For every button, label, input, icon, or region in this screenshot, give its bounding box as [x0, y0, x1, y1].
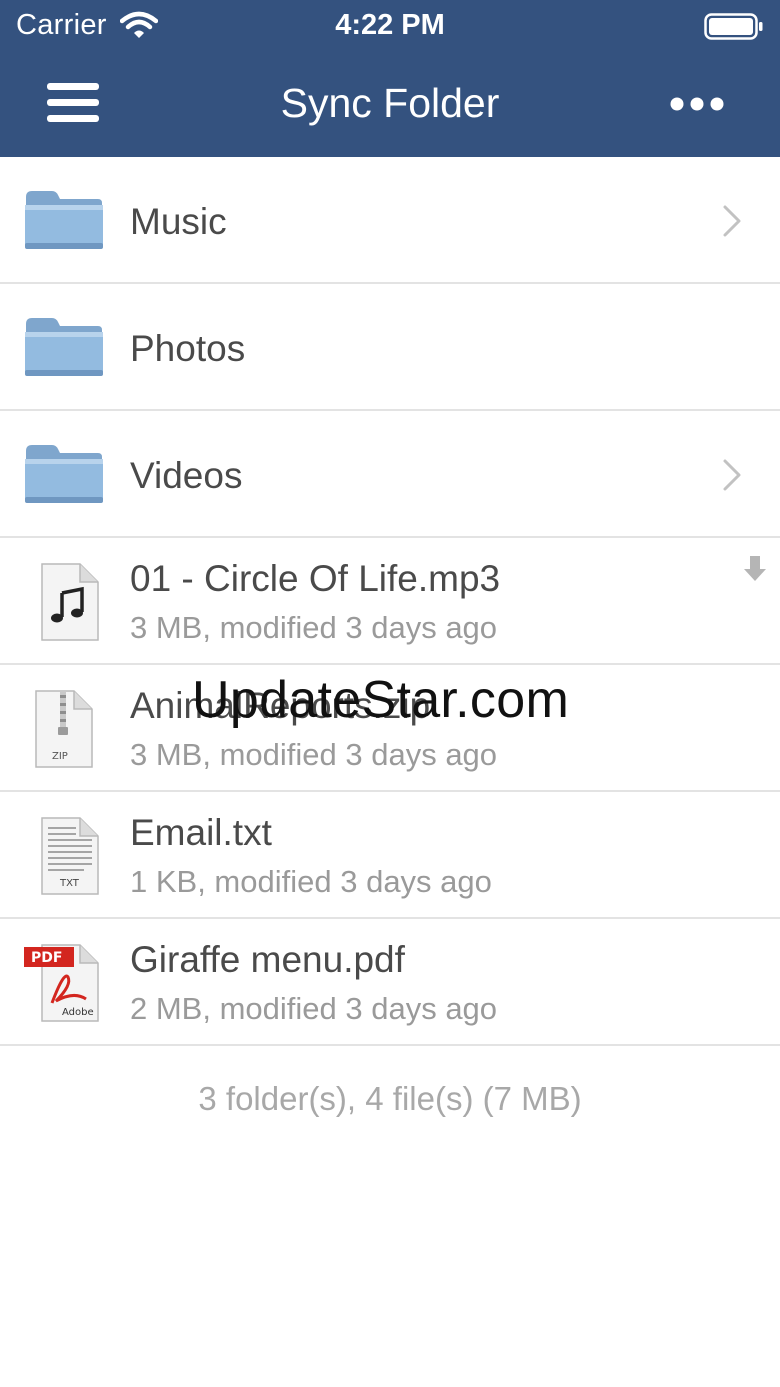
chevron-right-icon	[723, 205, 741, 237]
chevron-right-icon	[723, 459, 741, 491]
clock: 4:22 PM	[335, 9, 445, 41]
status-bar: Carrier 4:22 PM	[0, 0, 780, 52]
folder-row-videos[interactable]: Videos	[0, 411, 780, 538]
folder-name: Music	[130, 201, 227, 242]
file-row-pdf[interactable]: PDF Adobe Giraffe menu.pdf 2 MB, modifie…	[0, 919, 780, 1046]
page-title: Sync Folder	[280, 80, 500, 126]
folder-summary: 3 folder(s), 4 file(s) (7 MB)	[198, 1080, 582, 1117]
folder-icon	[25, 445, 103, 503]
svg-text:Adobe: Adobe	[62, 1007, 94, 1018]
folder-row-music[interactable]: Music	[0, 157, 780, 284]
hamburger-menu-button[interactable]	[44, 80, 102, 126]
svg-text:TXT: TXT	[59, 878, 80, 889]
file-row-zip[interactable]: ZIP AnimalReports.zip 3 MB, modified 3 d…	[0, 665, 780, 792]
svg-text:PDF: PDF	[31, 950, 62, 966]
file-meta: 1 KB, modified 3 days ago	[130, 864, 492, 899]
folder-icon	[25, 191, 103, 249]
folder-icon	[25, 318, 103, 376]
txt-file-icon: TXT	[41, 817, 99, 895]
file-name: AnimalReports.zip	[130, 685, 431, 726]
svg-text:ZIP: ZIP	[52, 751, 68, 762]
navigation-bar: Carrier 4:22 PM Sync Folder	[0, 0, 780, 157]
file-meta: 2 MB, modified 3 days ago	[130, 991, 498, 1026]
file-name: Email.txt	[130, 812, 272, 853]
download-arrow-icon	[744, 556, 766, 581]
folder-name: Videos	[130, 455, 243, 496]
file-meta: 3 MB, modified 3 days ago	[130, 610, 498, 645]
file-row-txt[interactable]: TXT Email.txt 1 KB, modified 3 days ago	[0, 792, 780, 919]
file-meta: 3 MB, modified 3 days ago	[130, 737, 498, 772]
file-name: 01 - Circle Of Life.mp3	[130, 558, 501, 599]
zip-file-icon: ZIP	[35, 690, 93, 768]
file-name: Giraffe menu.pdf	[130, 939, 405, 980]
file-list: Music Photos Videos 01 - Circle Of Life.…	[0, 157, 780, 1046]
file-row-mp3[interactable]: 01 - Circle Of Life.mp3 3 MB, modified 3…	[0, 538, 780, 665]
battery-icon	[704, 13, 763, 40]
pdf-file-icon: PDF Adobe	[24, 944, 99, 1022]
music-file-icon	[41, 563, 99, 641]
folder-row-photos[interactable]: Photos	[0, 284, 780, 411]
more-options-button[interactable]	[666, 86, 728, 122]
folder-name: Photos	[130, 328, 246, 369]
